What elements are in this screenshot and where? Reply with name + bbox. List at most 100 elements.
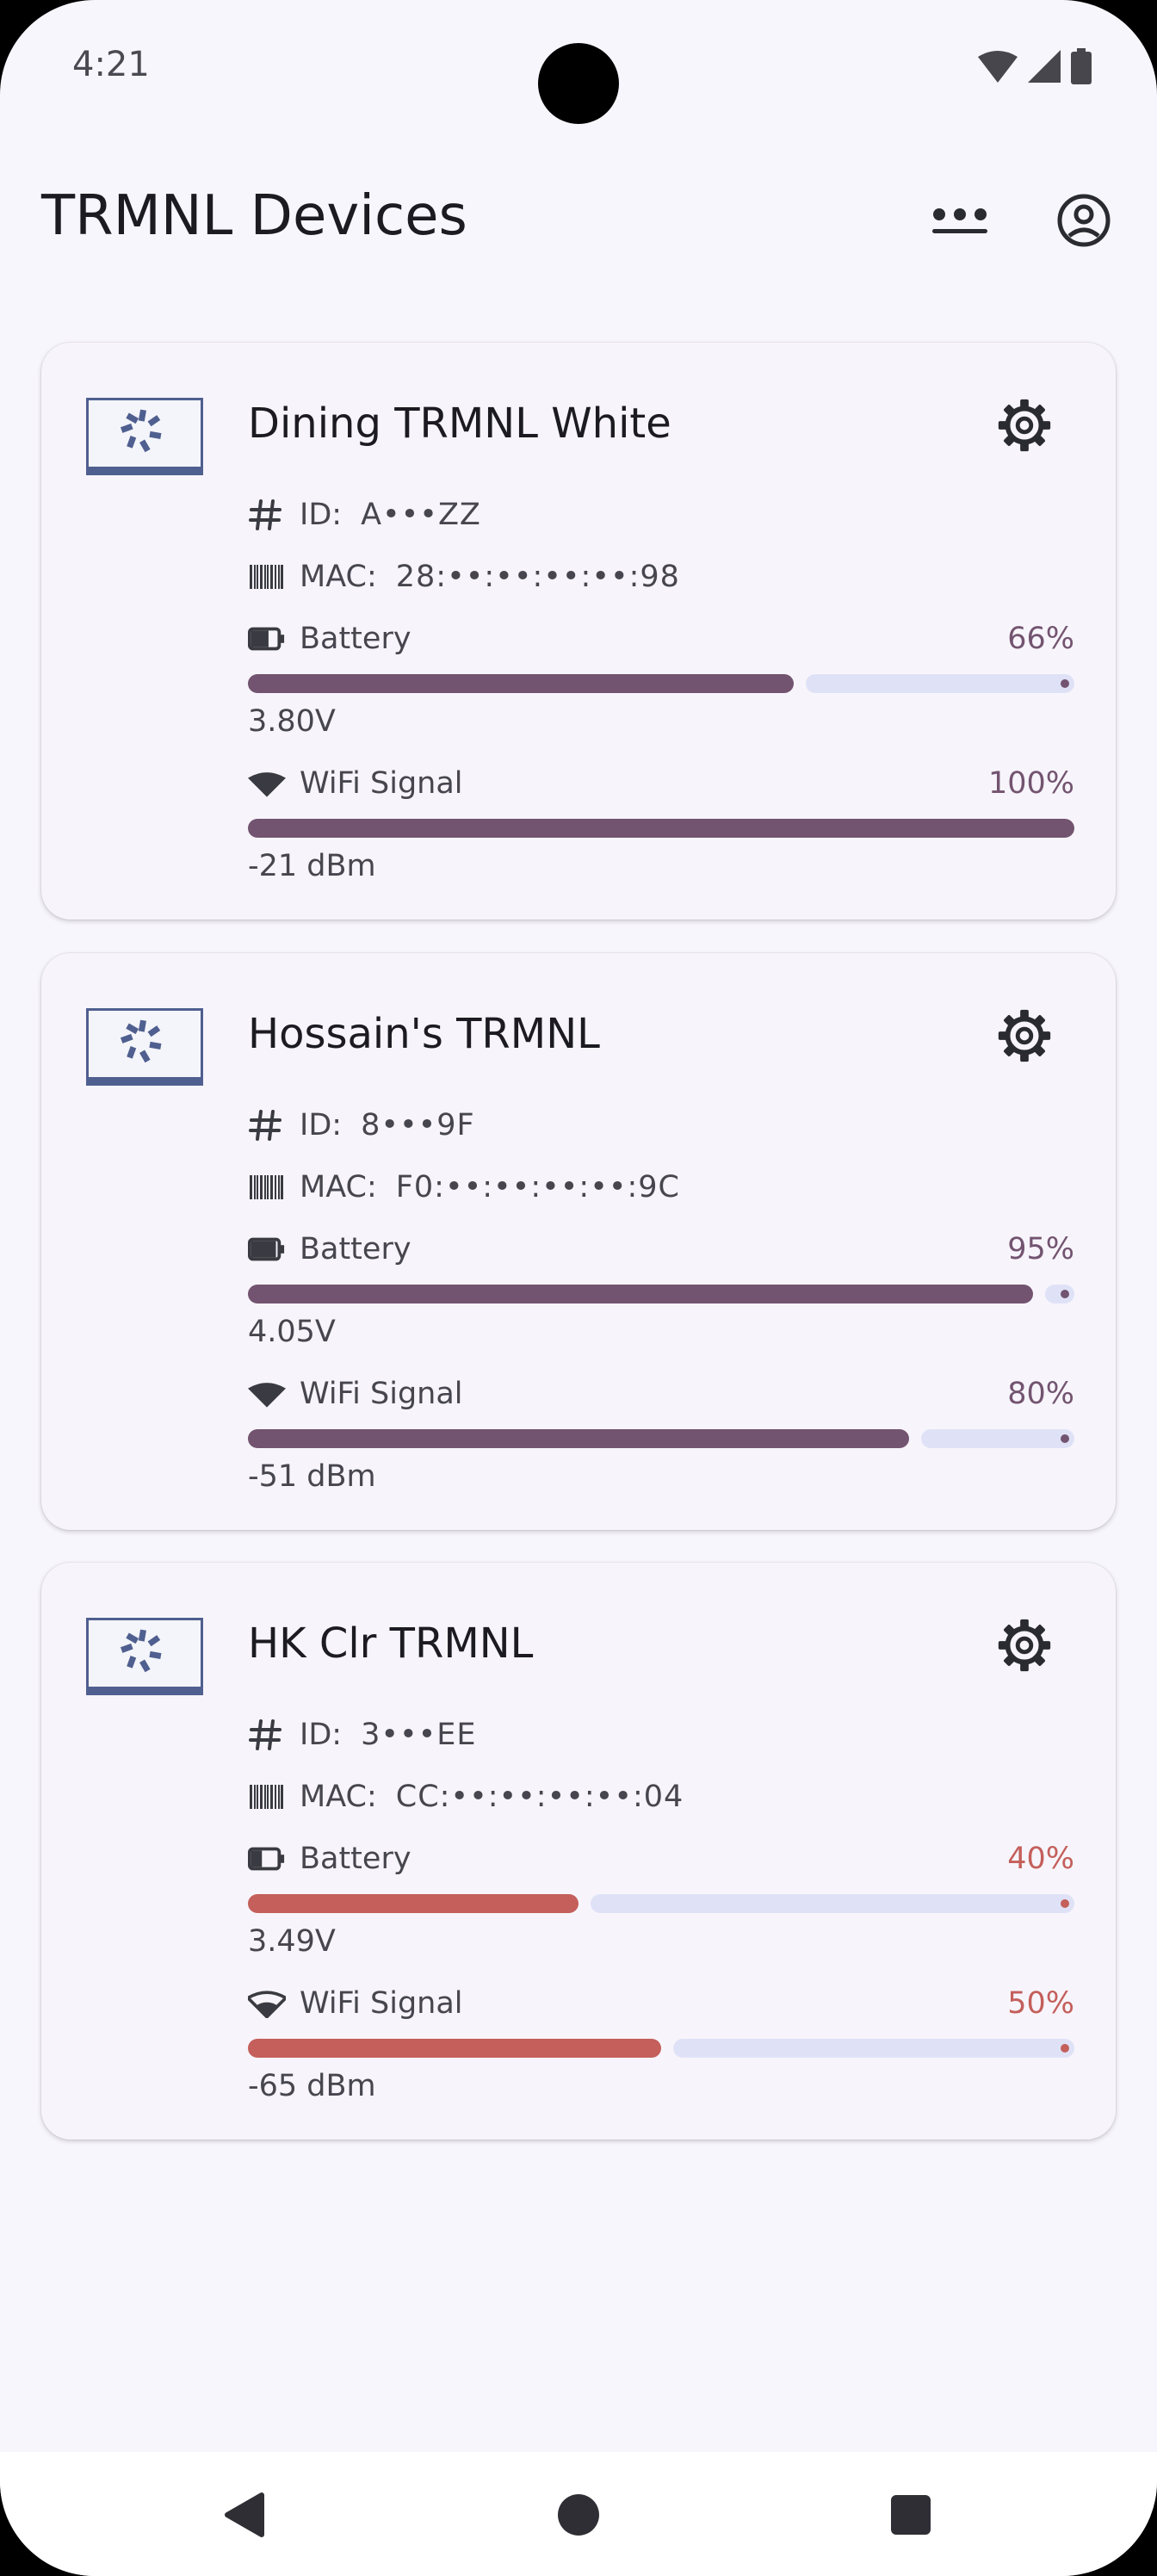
- device-settings-button[interactable]: [993, 394, 1055, 456]
- wifi-label: WiFi Signal: [300, 766, 463, 801]
- wifi-progress-bar-stop-indicator: [1061, 2044, 1069, 2053]
- back-button[interactable]: [213, 2485, 274, 2545]
- device-id-row: ID: A•••ZZ: [248, 498, 481, 532]
- battery-progress-bar: [248, 1894, 1074, 1913]
- battery-progress-bar-fill: [248, 674, 794, 693]
- device-settings-button[interactable]: [993, 1614, 1055, 1676]
- device-mac: CC:••:••:••:••:04: [395, 1780, 684, 1814]
- hash-icon: [248, 498, 286, 532]
- battery-progress-bar-stop-indicator: [1061, 1290, 1069, 1298]
- battery-label: Battery: [300, 1842, 411, 1876]
- home-button[interactable]: [548, 2485, 609, 2545]
- id-label: ID:: [300, 498, 343, 532]
- wifi-progress-bar-stop-indicator: [1061, 1434, 1069, 1443]
- battery-label: Battery: [300, 1232, 411, 1266]
- device-card[interactable]: Dining TRMNL White ID: A•••ZZ MAC: 28:••:••:…: [41, 343, 1116, 920]
- device-card[interactable]: Hossain's TRMNL ID: 8•••9F MAC: F0:••:••:••:…: [41, 953, 1116, 1530]
- account-circle-icon: [1057, 194, 1111, 247]
- gear-icon: [993, 399, 1055, 460]
- wifi-progress-bar-fill: [248, 819, 1074, 838]
- more-horizontal-icon: [932, 208, 987, 233]
- more-button[interactable]: [929, 189, 991, 251]
- battery-row: Battery: [248, 1232, 411, 1266]
- back-triangle-icon: [225, 2492, 264, 2537]
- wifi-full-icon: [248, 769, 286, 798]
- battery-progress-bar-fill: [248, 1285, 1033, 1303]
- mac-label: MAC:: [300, 1780, 377, 1814]
- status-time: 4:21: [72, 45, 150, 84]
- battery-voltage: 3.49V: [248, 1924, 336, 1959]
- device-settings-button[interactable]: [993, 1005, 1055, 1067]
- status-icons: [978, 48, 1092, 84]
- wifi-progress-bar-track: [921, 1429, 1074, 1448]
- battery-full-icon: [248, 1237, 286, 1261]
- device-id: 3•••EE: [361, 1718, 477, 1752]
- device-id-row: ID: 3•••EE: [248, 1718, 477, 1752]
- device-mac: 28:••:••:••:••:98: [395, 560, 680, 594]
- hash-icon: [248, 1718, 286, 1752]
- battery-progress-bar: [248, 1285, 1074, 1303]
- wifi-progress-bar-fill: [248, 2039, 661, 2058]
- page-title: TRMNL Devices: [41, 184, 467, 248]
- wifi-progress-bar: [248, 819, 1074, 838]
- device-image-icon: [86, 1008, 203, 1087]
- home-circle-icon: [558, 2494, 599, 2536]
- wifi-label: WiFi Signal: [300, 1986, 463, 2021]
- battery-progress-bar: [248, 674, 1074, 693]
- barcode-icon: [248, 560, 286, 594]
- wifi-percent: 50%: [1007, 1986, 1074, 2021]
- battery-row: Battery: [248, 622, 411, 656]
- wifi-progress-bar: [248, 1429, 1074, 1448]
- wifi-medium-icon: [248, 1989, 286, 2018]
- screen: 4:21 TRMNL Devices Dining TRMNL White ID:…: [0, 0, 1157, 2576]
- wifi-signal-strength: -21 dBm: [248, 849, 376, 883]
- battery-percent: 66%: [1007, 622, 1074, 656]
- recents-button[interactable]: [881, 2485, 941, 2545]
- device-image-icon: [86, 1618, 203, 1697]
- wifi-row: WiFi Signal: [248, 1377, 463, 1411]
- cell-signal-icon: [1028, 50, 1061, 83]
- wifi-status-icon: [978, 51, 1018, 83]
- battery-row: Battery: [248, 1842, 411, 1876]
- device-mac: F0:••:••:••:••:9C: [395, 1170, 680, 1204]
- device-mac-row: MAC: F0:••:••:••:••:9C: [248, 1170, 680, 1204]
- battery-voltage: 3.80V: [248, 704, 336, 739]
- device-name: HK Clr TRMNL: [248, 1619, 534, 1668]
- mac-label: MAC:: [300, 1170, 377, 1204]
- wifi-signal-strength: -51 dBm: [248, 1459, 376, 1494]
- wifi-signal-strength: -65 dBm: [248, 2069, 376, 2103]
- id-label: ID:: [300, 1718, 343, 1752]
- battery-voltage: 4.05V: [248, 1315, 336, 1349]
- battery-progress-bar-fill: [248, 1894, 578, 1913]
- device-name: Dining TRMNL White: [248, 399, 671, 448]
- mac-label: MAC:: [300, 560, 377, 594]
- camera-cutout: [538, 43, 619, 124]
- device-mac-row: MAC: 28:••:••:••:••:98: [248, 560, 680, 594]
- system-nav-bar: [0, 2452, 1157, 2576]
- device-mac-row: MAC: CC:••:••:••:••:04: [248, 1780, 684, 1814]
- id-label: ID:: [300, 1108, 343, 1142]
- account-button[interactable]: [1053, 189, 1115, 251]
- battery-progress-bar-stop-indicator: [1061, 679, 1069, 688]
- battery-progress-bar-stop-indicator: [1061, 1899, 1069, 1908]
- barcode-icon: [248, 1780, 286, 1814]
- wifi-row: WiFi Signal: [248, 1986, 463, 2021]
- recents-square-icon: [891, 2495, 931, 2535]
- wifi-percent: 80%: [1007, 1377, 1074, 1411]
- wifi-row: WiFi Signal: [248, 766, 463, 801]
- device-id: A•••ZZ: [361, 498, 481, 532]
- battery-percent: 95%: [1007, 1232, 1074, 1266]
- device-name: Hossain's TRMNL: [248, 1010, 600, 1058]
- battery-progress-bar-track: [591, 1894, 1074, 1913]
- battery-percent: 40%: [1007, 1842, 1074, 1876]
- device-id: 8•••9F: [361, 1108, 475, 1142]
- wifi-progress-bar: [248, 2039, 1074, 2058]
- barcode-icon: [248, 1170, 286, 1204]
- device-id-row: ID: 8•••9F: [248, 1108, 475, 1142]
- gear-icon: [993, 1619, 1055, 1680]
- battery-progress-bar-track: [1045, 1285, 1074, 1303]
- battery-half-icon: [248, 627, 286, 651]
- battery-progress-bar-track: [806, 674, 1074, 693]
- device-card[interactable]: HK Clr TRMNL ID: 3•••EE MAC: CC:••:••:••:••:…: [41, 1563, 1116, 2139]
- hash-icon: [248, 1108, 286, 1142]
